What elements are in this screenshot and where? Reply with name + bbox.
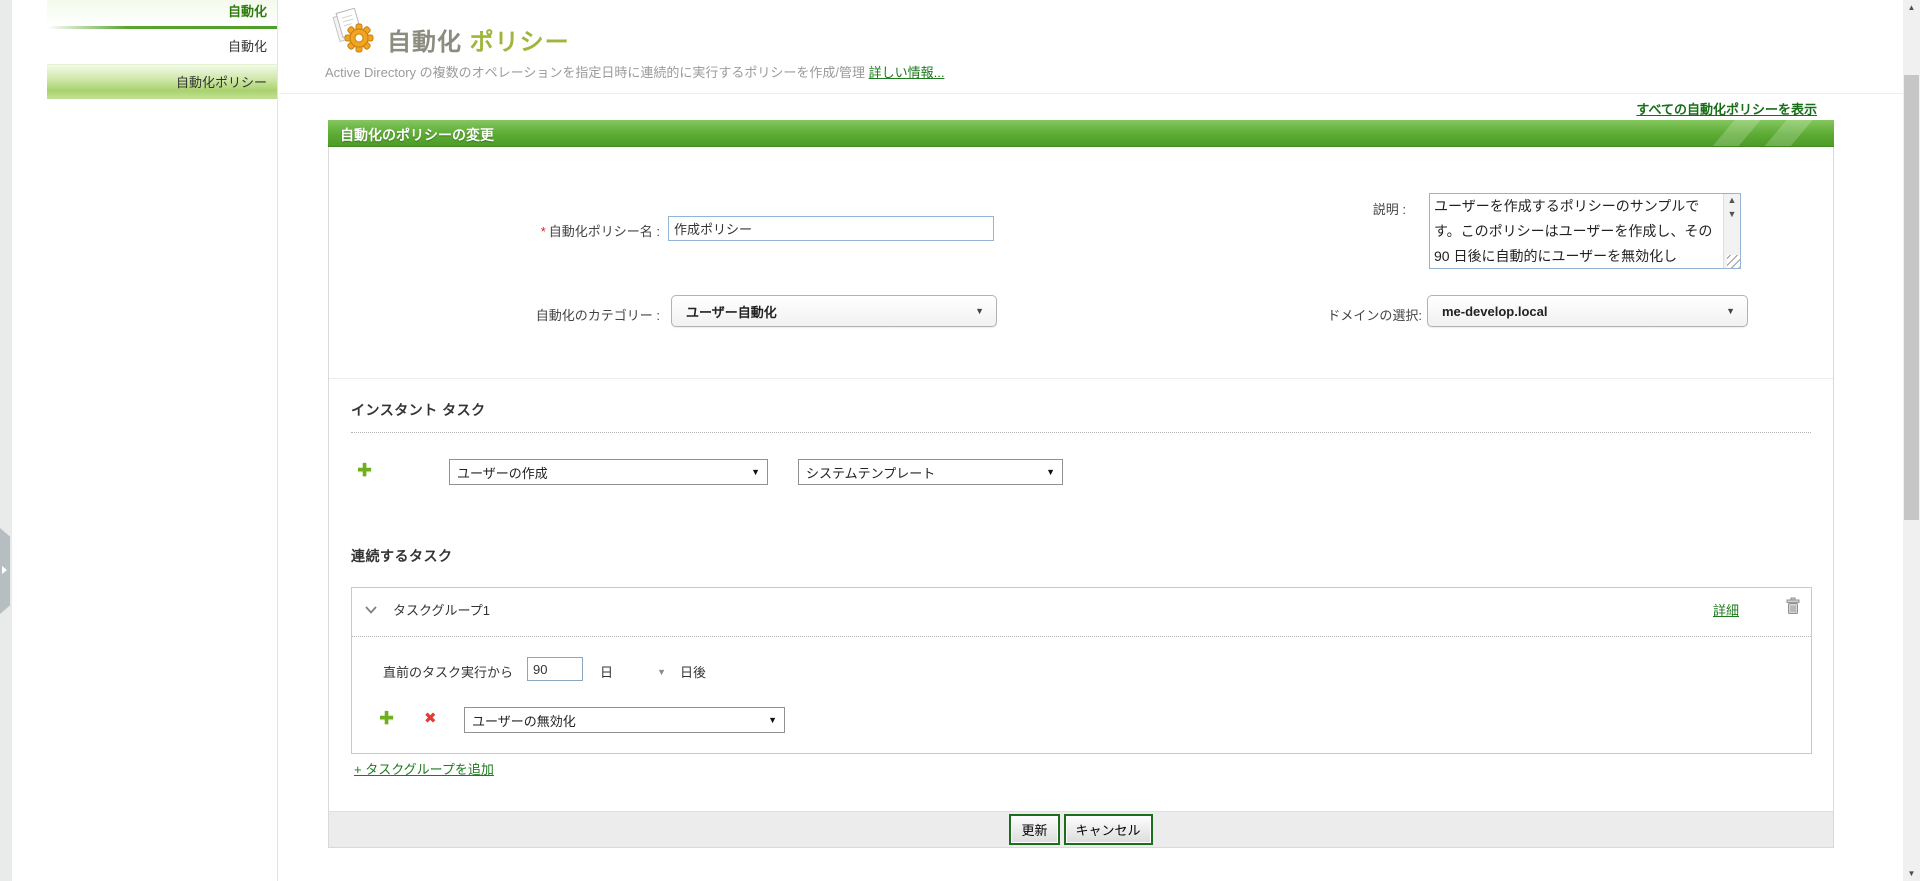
instant-task-select[interactable]: ユーザーの作成 ▼	[449, 459, 768, 485]
update-button[interactable]: 更新	[1009, 814, 1060, 845]
card-title-bar: 自動化のポリシーの変更	[328, 120, 1834, 147]
automation-gear-papers-icon	[331, 7, 379, 61]
policy-name-input[interactable]	[668, 216, 994, 241]
sequential-task-heading: 連続するタスク	[351, 548, 453, 564]
scroll-down-icon[interactable]: ▼	[1903, 866, 1920, 881]
sidebar-item-automation[interactable]: 自動化	[47, 29, 277, 64]
policy-edit-card: 自動化のポリシーの変更 *自動化ポリシー名 : 説明 : ユーザーを作成するポリ…	[328, 120, 1834, 848]
domain-dropdown[interactable]: me-develop.local ▼	[1427, 295, 1748, 327]
details-link[interactable]: 詳細	[1713, 600, 1739, 619]
instant-task-heading: インスタント タスク	[351, 402, 486, 418]
bar-stripe-decor	[1757, 120, 1817, 146]
bar-stripe-decor	[1705, 120, 1765, 146]
task-group-box: タスクグループ1 詳細 直前のタスク実行から 日▼ 日後 ✚	[351, 587, 1812, 754]
x-icon[interactable]: ✖	[424, 711, 437, 727]
chevron-down-icon[interactable]	[365, 601, 377, 619]
scroll-up-icon[interactable]: ▲	[1728, 194, 1737, 208]
interval-value-input[interactable]	[527, 657, 583, 681]
page-title: 自動化 ポリシー	[387, 22, 570, 57]
caret-down-icon: ▼	[975, 306, 984, 316]
description-text: ユーザーを作成するポリシーのサンプルです。このポリシーはユーザーを作成し、その …	[1434, 198, 1713, 264]
caret-down-icon: ▼	[1726, 306, 1735, 316]
view-all-row: すべての自動化ポリシーを表示	[279, 94, 1903, 120]
sidebar-group-automation[interactable]: 自動化	[47, 0, 277, 26]
interval-unit-dropdown[interactable]: 日 ▼	[600, 662, 666, 681]
group-task-value: ユーザーの無効化	[472, 713, 576, 729]
caret-down-icon: ▼	[1046, 467, 1055, 477]
category-value: ユーザー自動化	[686, 304, 777, 320]
description-label: 説明 :	[1372, 202, 1406, 217]
category-dropdown[interactable]: ユーザー自動化 ▼	[671, 295, 997, 327]
page-header: 自動化 ポリシー Active Directory の複数のオペレーションを指定…	[279, 0, 1903, 93]
page-title-policy: ポリシー	[469, 29, 570, 56]
interval-prefix: 直前のタスク実行から	[383, 665, 514, 680]
group-task-select[interactable]: ユーザーの無効化 ▼	[464, 707, 785, 733]
footer-action-bar: 更新 キャンセル	[329, 811, 1833, 847]
description-scrollbar[interactable]: ▲ ▼	[1723, 194, 1740, 268]
interval-unit-value: 日	[600, 665, 614, 680]
category-label: 自動化のカテゴリー :	[535, 308, 660, 323]
view-all-policies-link[interactable]: すべての自動化ポリシーを表示	[1636, 102, 1817, 117]
group-dotline	[352, 636, 1811, 637]
task-group-title: タスクグループ1	[393, 603, 490, 618]
cancel-button[interactable]: キャンセル	[1063, 814, 1153, 845]
policy-name-label-text: 自動化ポリシー名 :	[548, 224, 660, 239]
plus-icon[interactable]: ✚	[357, 461, 372, 479]
left-edge-strip	[0, 0, 12, 881]
instant-task-value: ユーザーの作成	[457, 465, 548, 481]
page-subtitle: Active Directory の複数のオペレーションを指定日時に連続的に実行…	[325, 62, 944, 81]
caret-down-icon: ▼	[751, 467, 760, 477]
description-textarea[interactable]: ユーザーを作成するポリシーのサンプルです。このポリシーはユーザーを作成し、その …	[1429, 193, 1741, 269]
sidebar: 自動化 自動化 自動化ポリシー	[12, 0, 278, 881]
add-task-group-link[interactable]: + タスクグループを追加	[354, 759, 494, 778]
required-mark: *	[540, 224, 546, 239]
interval-suffix: 日後	[680, 665, 707, 680]
card-title: 自動化のポリシーの変更	[340, 127, 494, 143]
sidebar-menu: 自動化 自動化 自動化ポリシー	[47, 0, 277, 99]
page-title-automation: 自動化	[387, 29, 462, 56]
sidebar-collapse-tab[interactable]	[0, 528, 10, 614]
template-value: システムテンプレート	[806, 465, 936, 481]
vertical-scrollbar[interactable]: ▲ ▼	[1903, 0, 1920, 881]
arrow-right-icon	[2, 566, 7, 574]
domain-label: ドメインの選択:	[1327, 308, 1422, 323]
domain-value: me-develop.local	[1442, 303, 1548, 319]
scrollbar-thumb[interactable]	[1904, 75, 1919, 520]
card-body: *自動化ポリシー名 : 説明 : ユーザーを作成するポリシーのサンプルです。この…	[328, 147, 1834, 848]
caret-down-icon: ▼	[768, 715, 777, 725]
main-content: 自動化 ポリシー Active Directory の複数のオペレーションを指定…	[279, 0, 1903, 881]
template-select[interactable]: システムテンプレート ▼	[798, 459, 1063, 485]
instant-task-dotline	[351, 432, 1811, 433]
caret-down-icon: ▼	[657, 666, 666, 677]
policy-name-label: * 自動化ポリシー名 :	[329, 221, 660, 240]
scroll-down-icon[interactable]: ▼	[1728, 208, 1737, 222]
subtitle-text: Active Directory の複数のオペレーションを指定日時に連続的に実行…	[325, 65, 865, 80]
plus-icon[interactable]: ✚	[379, 709, 394, 727]
more-info-link[interactable]: 詳しい情報...	[869, 65, 945, 80]
scroll-up-icon[interactable]: ▲	[1903, 0, 1920, 15]
sidebar-item-automation-policy[interactable]: 自動化ポリシー	[47, 64, 277, 99]
trash-icon[interactable]	[1785, 597, 1801, 620]
section-separator	[329, 378, 1833, 379]
resize-grip-icon[interactable]	[1727, 255, 1740, 268]
